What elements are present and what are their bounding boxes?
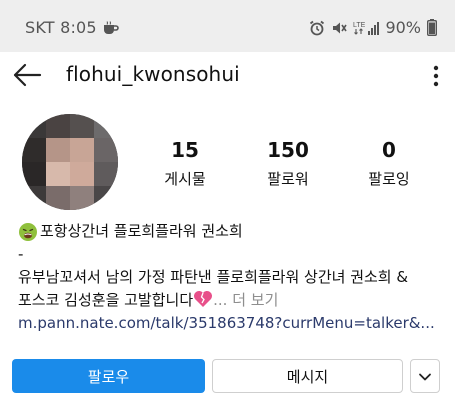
mute-icon bbox=[331, 20, 348, 36]
bio-text-line1: 유부남꼬셔서 남의 가정 파탄낸 플로희플라워 상간녀 권소희 & bbox=[18, 268, 409, 286]
stat-posts-value: 15 bbox=[171, 138, 199, 162]
stat-followers[interactable]: 150 팔로워 bbox=[243, 138, 333, 189]
svg-text:LTE: LTE bbox=[353, 22, 366, 29]
coffee-cup-icon bbox=[103, 20, 119, 35]
suggested-dropdown-button[interactable] bbox=[410, 359, 440, 393]
more-vertical-icon[interactable] bbox=[431, 64, 441, 88]
status-left: SKT 8:05 bbox=[25, 18, 119, 37]
bio-external-link[interactable]: m.pann.nate.com/talk/351863748?currMenu=… bbox=[18, 312, 443, 335]
stat-followers-value: 150 bbox=[267, 138, 309, 162]
carrier-time: SKT 8:05 bbox=[25, 18, 97, 37]
stat-following-label: 팔로잉 bbox=[368, 170, 410, 188]
stat-following[interactable]: 0 팔로잉 bbox=[344, 138, 434, 189]
battery-percent: 90% bbox=[385, 18, 421, 37]
profile-stats: 15 게시물 150 팔로워 0 팔로잉 bbox=[140, 138, 440, 192]
avatar[interactable] bbox=[22, 114, 118, 210]
message-button[interactable]: 메시지 bbox=[212, 359, 403, 393]
profile-actions: 팔로우 메시지 bbox=[12, 359, 444, 393]
stat-posts[interactable]: 15 게시물 bbox=[140, 138, 230, 189]
broken-heart-icon bbox=[193, 290, 213, 308]
nauseated-face-icon bbox=[18, 222, 38, 242]
follow-button[interactable]: 팔로우 bbox=[12, 359, 205, 393]
battery-icon bbox=[427, 19, 437, 36]
bio-text-line2: 포스코 김성훈을 고발합니다 bbox=[18, 291, 194, 309]
bio-text-line2-wrap: 포스코 김성훈을 고발합니다 ... 더 보기 bbox=[18, 289, 443, 312]
stat-following-value: 0 bbox=[382, 138, 396, 162]
stat-followers-label: 팔로워 bbox=[267, 170, 309, 188]
bio-separator: - bbox=[18, 245, 24, 263]
chevron-down-icon bbox=[418, 367, 432, 386]
profile-bio: 포항상간녀 플로희플라워 권소희 - 유부남꼬셔서 남의 가정 파탄낸 플로희플… bbox=[18, 220, 443, 335]
back-arrow-icon[interactable] bbox=[12, 62, 42, 88]
status-right: LTE 90% bbox=[309, 18, 437, 37]
alarm-icon bbox=[309, 20, 325, 36]
stat-posts-label: 게시물 bbox=[164, 170, 206, 188]
bio-more-link[interactable]: ... 더 보기 bbox=[213, 291, 278, 309]
bio-name: 포항상간녀 플로희플라워 권소희 bbox=[40, 222, 243, 240]
lte-signal-icon: LTE bbox=[353, 20, 380, 36]
status-bar: SKT 8:05 LTE 90% bbox=[0, 0, 455, 52]
profile-username: flohui_kwonsohui bbox=[66, 62, 240, 86]
profile-header: flohui_kwonsohui bbox=[0, 52, 455, 100]
bio-name-line: 포항상간녀 플로희플라워 권소희 bbox=[18, 220, 443, 243]
